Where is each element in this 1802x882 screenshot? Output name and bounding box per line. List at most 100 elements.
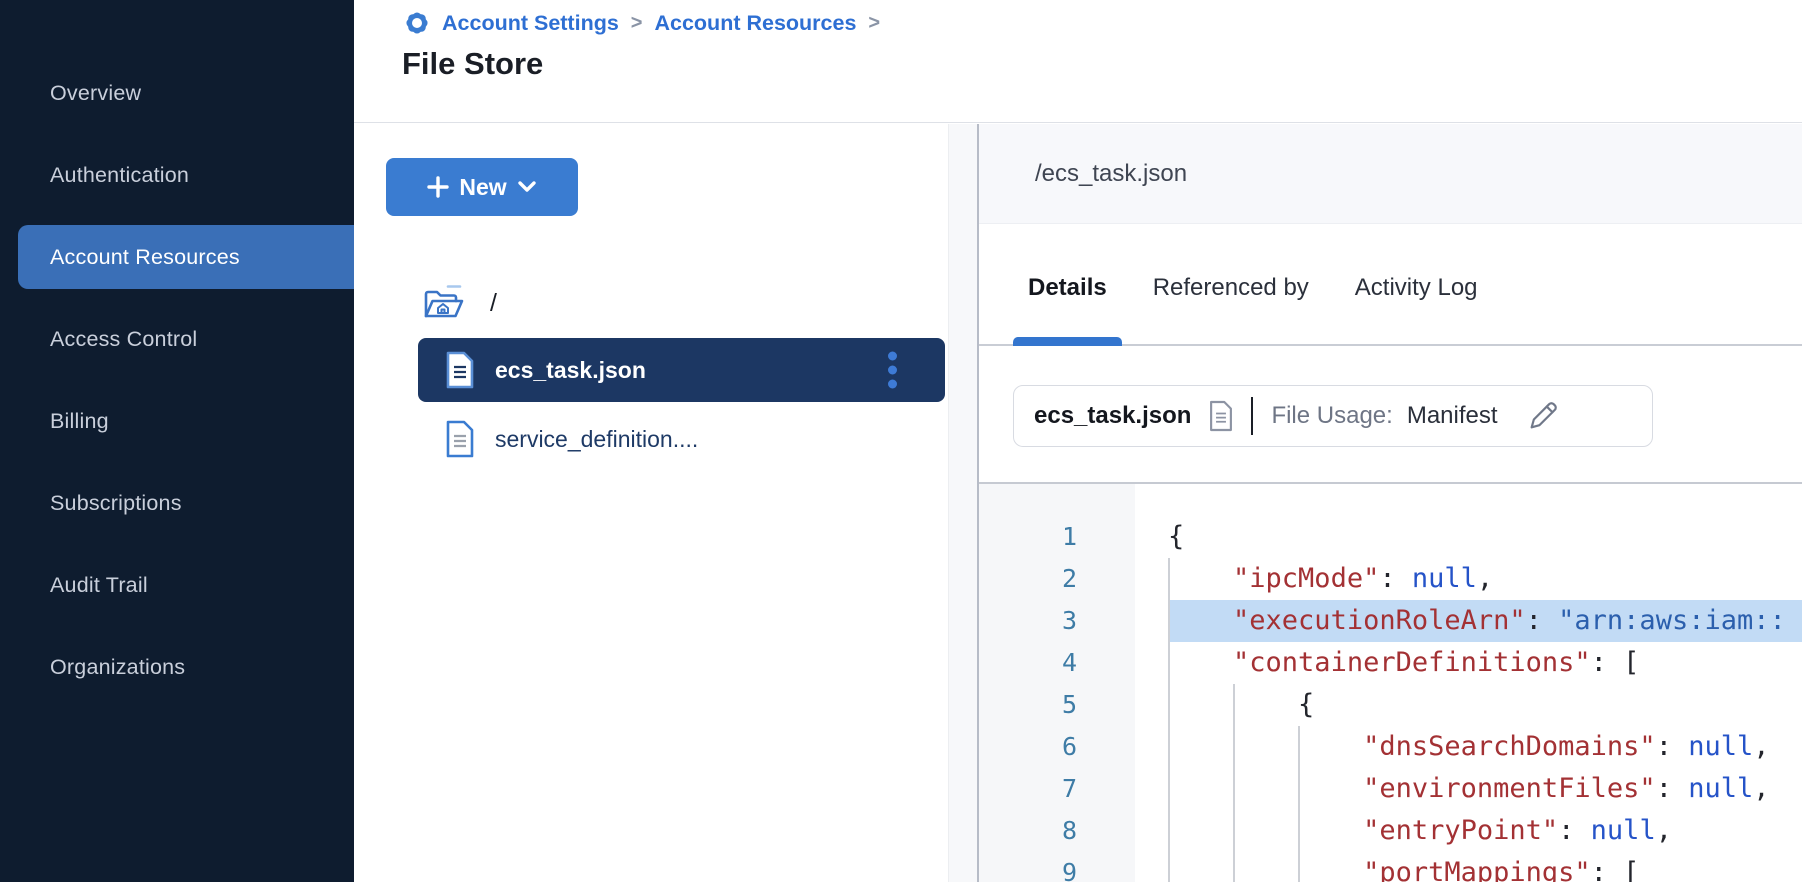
code-token: { <box>1168 521 1184 552</box>
code-token: : [ <box>1591 647 1640 678</box>
indent-guide <box>1298 852 1300 882</box>
code-text: "dnsSearchDomains": null, <box>1135 726 1802 768</box>
indent-guide <box>1298 810 1300 852</box>
sidebar-nav: Overview Authentication Account Resources A… <box>0 0 354 708</box>
breadcrumb-separator: > <box>866 12 882 35</box>
file-icon <box>443 419 477 459</box>
sidebar-item-label: Overview <box>50 81 141 106</box>
file-row-service-definition[interactable]: service_definition.... <box>418 407 945 471</box>
code-token <box>1168 605 1233 636</box>
code-token: "executionRoleArn" <box>1233 605 1526 636</box>
code-line: 1{ <box>979 516 1802 558</box>
tab-details[interactable]: Details <box>1013 274 1122 344</box>
indent-guide <box>1168 600 1170 642</box>
code-token <box>1168 647 1233 678</box>
code-token: "ipcMode" <box>1233 563 1379 594</box>
file-path-header: /ecs_task.json <box>979 124 1802 224</box>
breadcrumb: Account Settings>Account Resources> <box>402 8 882 38</box>
line-number: 2 <box>979 558 1135 600</box>
root-folder-row[interactable]: / <box>422 282 497 324</box>
code-text: "containerDefinitions": [ <box>1135 642 1802 684</box>
code-line: 9 "portMappings": [ <box>979 852 1802 882</box>
code-line: 2 "ipcMode": null, <box>979 558 1802 600</box>
indent-guide <box>1168 810 1170 852</box>
indent-guide <box>1168 642 1170 684</box>
vertical-divider <box>1251 397 1253 435</box>
new-button-label: New <box>459 174 506 201</box>
sidebar-item-account-resources[interactable]: Account Resources <box>18 225 354 289</box>
code-line: 8 "entryPoint": null, <box>979 810 1802 852</box>
breadcrumb-link-account-settings[interactable]: Account Settings <box>442 11 619 36</box>
tab-activity-log[interactable]: Activity Log <box>1340 274 1493 344</box>
document-icon <box>1207 399 1235 433</box>
file-usage-value: Manifest <box>1407 402 1498 430</box>
code-token <box>1168 773 1363 804</box>
sidebar-item-subscriptions[interactable]: Subscriptions <box>0 462 354 544</box>
code-text: "environmentFiles": null, <box>1135 768 1802 810</box>
line-number: 5 <box>979 684 1135 726</box>
kebab-dot <box>888 380 897 389</box>
chevron-down-icon <box>517 180 537 194</box>
code-token: "entryPoint" <box>1363 815 1558 846</box>
sidebar-item-audit-trail[interactable]: Audit Trail <box>0 544 354 626</box>
indent-guide <box>1233 852 1235 882</box>
file-path: /ecs_task.json <box>1035 160 1187 188</box>
line-number: 8 <box>979 810 1135 852</box>
code-line: 6 "dnsSearchDomains": null, <box>979 726 1802 768</box>
indent-guide <box>1233 684 1235 726</box>
tab-bar: DetailsReferenced byActivity Log <box>979 224 1802 346</box>
file-row-ecs-task-json[interactable]: ecs_task.json <box>418 338 945 402</box>
sidebar: Overview Authentication Account Resources A… <box>0 0 354 882</box>
breadcrumb-link-account-resources[interactable]: Account Resources <box>654 11 856 36</box>
indent-guide <box>1168 768 1170 810</box>
indent-guide <box>1233 810 1235 852</box>
code-token: "environmentFiles" <box>1363 773 1656 804</box>
code-token <box>1168 857 1363 882</box>
code-token: , <box>1477 563 1493 594</box>
new-button[interactable]: New <box>386 158 578 216</box>
line-number: 1 <box>979 516 1135 558</box>
kebab-menu-icon[interactable] <box>884 348 901 393</box>
code-line: 7 "environmentFiles": null, <box>979 768 1802 810</box>
sidebar-item-billing[interactable]: Billing <box>0 380 354 462</box>
code-text: { <box>1135 516 1802 558</box>
sidebar-item-access-control[interactable]: Access Control <box>0 298 354 380</box>
sidebar-item-overview[interactable]: Overview <box>0 52 354 134</box>
code-viewer[interactable]: 1{2 "ipcMode": null,3 "executionRoleArn"… <box>979 482 1802 882</box>
file-icon <box>443 350 477 390</box>
line-number: 6 <box>979 726 1135 768</box>
indent-guide <box>1298 768 1300 810</box>
file-name: ecs_task.json <box>1034 402 1191 430</box>
code-token: : <box>1379 563 1412 594</box>
file-info-card: ecs_task.json File Usage: Manifest <box>1013 385 1653 447</box>
sidebar-item-label: Audit Trail <box>50 573 148 598</box>
pencil-icon <box>1526 399 1560 433</box>
file-name-label: service_definition.... <box>495 426 698 453</box>
code-token: "arn:aws:iam:: <box>1558 605 1786 636</box>
home-folder-icon <box>422 282 464 324</box>
indent-guide <box>1168 726 1170 768</box>
code-text: "ipcMode": null, <box>1135 558 1802 600</box>
code-token: "containerDefinitions" <box>1233 647 1591 678</box>
indent-guide <box>1168 684 1170 726</box>
code-token: : <box>1558 815 1591 846</box>
sidebar-item-label: Organizations <box>50 655 185 680</box>
indent-guide <box>1298 726 1300 768</box>
sidebar-item-organizations[interactable]: Organizations <box>0 626 354 708</box>
indent-guide <box>1233 768 1235 810</box>
sidebar-item-authentication[interactable]: Authentication <box>0 134 354 216</box>
code-text: "entryPoint": null, <box>1135 810 1802 852</box>
code-text: "executionRoleArn": "arn:aws:iam:: <box>1135 600 1802 642</box>
code-text: "portMappings": [ <box>1135 852 1802 882</box>
panel-divider-strip <box>948 124 977 882</box>
root-folder-label: / <box>490 289 497 318</box>
indent-guide <box>1168 558 1170 600</box>
code-token <box>1168 815 1363 846</box>
code-token: , <box>1753 773 1769 804</box>
code-token: null <box>1412 563 1477 594</box>
line-number: 7 <box>979 768 1135 810</box>
edit-usage-button[interactable] <box>1526 399 1560 433</box>
line-number: 4 <box>979 642 1135 684</box>
sidebar-item-label: Subscriptions <box>50 491 182 516</box>
tab-referenced-by[interactable]: Referenced by <box>1138 274 1324 344</box>
